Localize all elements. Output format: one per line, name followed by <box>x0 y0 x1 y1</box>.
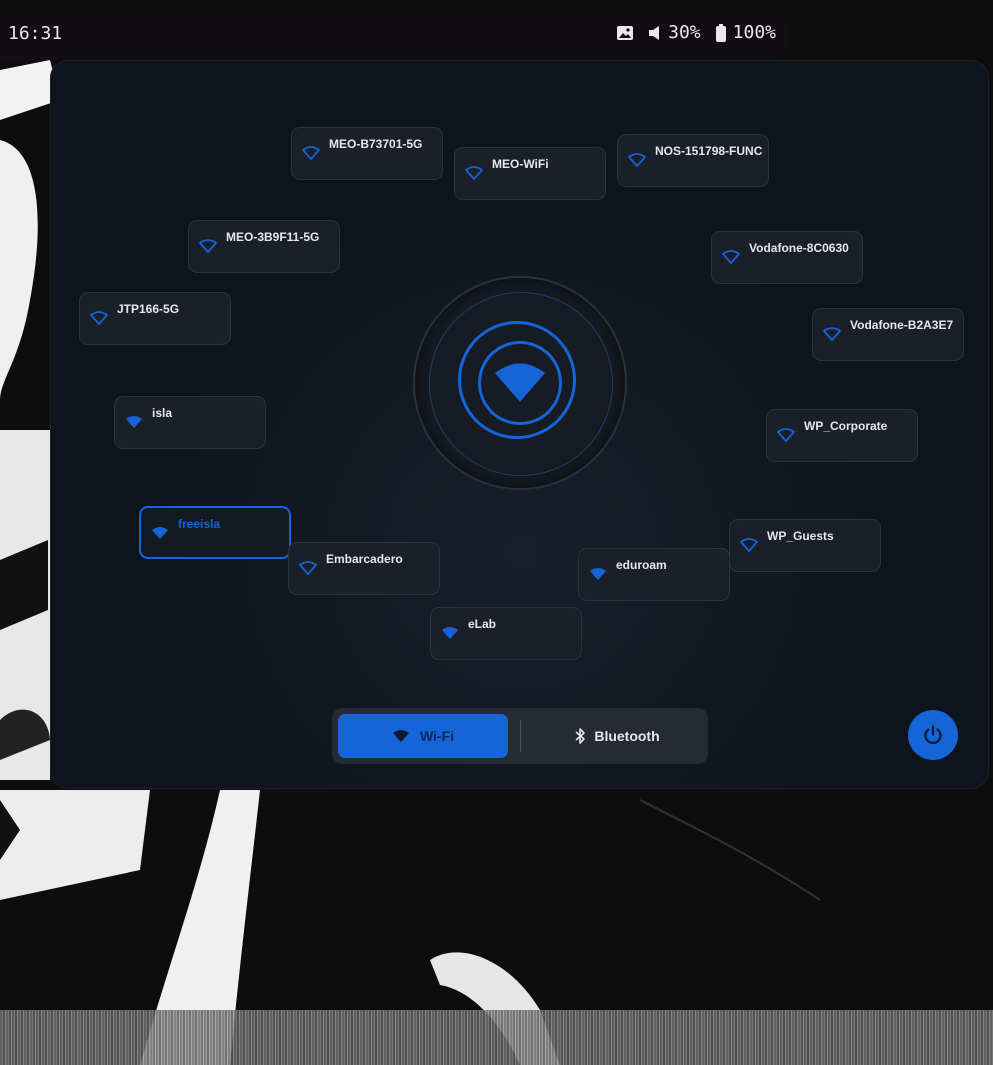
network-card[interactable]: JTP166-5G <box>79 292 231 345</box>
wifi-icon <box>590 568 606 580</box>
network-card[interactable]: eLab <box>430 607 582 660</box>
wallpaper-noise-band <box>0 1010 993 1065</box>
network-card[interactable]: NOS-151798-FUNC <box>617 134 769 187</box>
network-panel: MEO-B73701-5G MEO-WiFi NOS-151798-FUNC M… <box>50 60 989 789</box>
tab-wifi[interactable]: Wi-Fi <box>338 714 508 758</box>
image-indicator[interactable] <box>616 25 634 41</box>
image-icon <box>617 25 634 40</box>
network-card[interactable]: MEO-WiFi <box>454 147 606 200</box>
wifi-icon <box>722 250 740 264</box>
network-name: isla <box>152 406 173 420</box>
volume-indicator[interactable]: 30% <box>648 22 701 43</box>
network-name: MEO-B73701-5G <box>329 137 423 151</box>
network-card[interactable]: WP_Corporate <box>766 409 918 462</box>
top-status-bar: 16:31 30% 100% <box>0 8 790 60</box>
wifi-icon <box>823 327 841 341</box>
network-name: Vodafone-8C0630 <box>749 241 849 255</box>
divider <box>520 720 521 752</box>
wifi-icon <box>740 538 758 552</box>
clock: 16:31 <box>8 23 63 44</box>
network-card[interactable]: MEO-B73701-5G <box>291 127 443 180</box>
tab-wifi-label: Wi-Fi <box>419 728 455 744</box>
power-icon <box>924 725 942 745</box>
wifi-icon <box>299 561 317 575</box>
network-card[interactable]: MEO-3B9F11-5G <box>188 220 340 273</box>
battery-indicator[interactable]: 100% <box>715 22 776 43</box>
network-name: eduroam <box>616 558 667 572</box>
connection-type-switcher: Wi-Fi Bluetooth <box>332 708 708 764</box>
network-name: Vodafone-B2A3E7 <box>850 318 954 332</box>
wifi-icon <box>628 153 646 167</box>
radar <box>415 278 625 488</box>
volume-icon <box>649 25 660 40</box>
wifi-icon <box>126 416 142 428</box>
network-name: freeisla <box>178 517 221 531</box>
battery-level: 100% <box>732 22 776 43</box>
network-name: WP_Corporate <box>804 419 888 433</box>
network-card[interactable]: Vodafone-8C0630 <box>711 231 863 284</box>
power-button[interactable] <box>908 710 958 760</box>
wifi-icon <box>302 146 320 160</box>
network-name: MEO-WiFi <box>492 157 549 171</box>
network-card-selected[interactable]: freeisla <box>139 506 291 559</box>
wifi-icon <box>392 730 409 742</box>
network-name: NOS-151798-FUNC <box>655 144 763 158</box>
wifi-icon <box>199 239 217 253</box>
network-card[interactable]: WP_Guests <box>729 519 881 572</box>
battery-icon <box>715 23 726 42</box>
tab-bluetooth[interactable]: Bluetooth <box>532 714 702 758</box>
network-name: WP_Guests <box>767 529 834 543</box>
bluetooth-icon <box>575 728 586 744</box>
tab-bluetooth-label: Bluetooth <box>594 728 660 744</box>
network-card[interactable]: eduroam <box>578 548 730 601</box>
system-tray: 30% 100% <box>616 22 776 43</box>
volume-level: 30% <box>668 22 701 43</box>
wifi-icon <box>495 363 545 402</box>
network-name: MEO-3B9F11-5G <box>226 230 320 244</box>
network-card[interactable]: isla <box>114 396 266 449</box>
network-name: eLab <box>468 617 497 631</box>
wifi-icon <box>777 428 795 442</box>
network-card[interactable]: Vodafone-B2A3E7 <box>812 308 964 361</box>
network-name: Embarcadero <box>326 552 403 566</box>
wifi-icon <box>152 527 168 539</box>
network-name: JTP166-5G <box>117 302 180 316</box>
wifi-icon <box>465 166 483 180</box>
wifi-icon <box>442 627 458 639</box>
network-card[interactable]: Embarcadero <box>288 542 440 595</box>
wifi-icon <box>90 311 108 325</box>
